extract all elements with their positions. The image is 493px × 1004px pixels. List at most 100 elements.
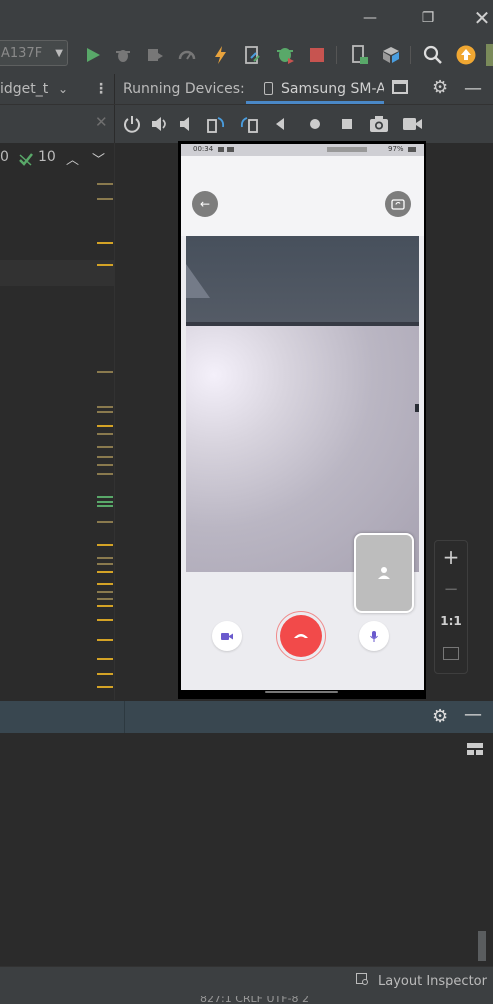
main-toolbar: A137F ▼ — [0, 36, 493, 75]
tab-row: idget_t ⌄ ⋮ Running Devices: Samsung SM-… — [0, 74, 493, 105]
home-gesture-bar[interactable] — [265, 691, 338, 693]
local-video-preview[interactable] — [354, 533, 414, 613]
window-mode-icon[interactable] — [392, 80, 408, 94]
rotate-left-icon[interactable] — [205, 114, 227, 134]
code-editor[interactable]: 0 10 ︿ ﹀ — [0, 143, 114, 700]
gutter-mark — [97, 605, 113, 607]
device-tab-label: Samsung SM-A137F — [281, 81, 384, 97]
gear-icon[interactable]: ⚙ — [432, 77, 448, 98]
hide-panel-icon[interactable]: — — [464, 74, 482, 104]
gutter-mark — [97, 464, 113, 466]
volume-down-icon[interactable] — [177, 114, 197, 134]
remote-video — [186, 236, 419, 572]
person-icon — [378, 567, 390, 579]
close-icon[interactable]: ✕ — [95, 113, 108, 131]
zoom-in-button[interactable]: + — [435, 545, 467, 569]
gutter-mark — [97, 501, 113, 503]
mute-button[interactable] — [359, 621, 389, 651]
battery-level: 97% — [388, 145, 404, 153]
gutter-mark — [97, 183, 113, 185]
stop-icon[interactable] — [306, 44, 328, 66]
run-icon[interactable] — [82, 44, 104, 66]
gutter-mark — [97, 411, 113, 413]
gutter-mark — [97, 473, 113, 475]
layout-inspector-tab[interactable]: Layout Inspector — [378, 974, 487, 989]
device-screen[interactable]: 00:34 97% ← — [181, 144, 424, 690]
attach-debugger-icon[interactable] — [274, 44, 296, 66]
chevron-down-icon: ▼ — [55, 48, 63, 59]
home-icon[interactable] — [307, 116, 323, 132]
device-controls-row: ✕ — [0, 105, 493, 143]
scrollbar-thumb[interactable] — [478, 931, 486, 961]
gutter-mark — [97, 456, 113, 458]
gutter-mark — [97, 557, 113, 559]
volume-up-icon[interactable] — [150, 114, 170, 134]
update-icon[interactable] — [455, 44, 477, 66]
fit-screen-icon[interactable] — [443, 647, 459, 660]
gutter-mark — [97, 264, 113, 266]
running-devices-label: Running Devices: — [123, 81, 245, 97]
zoom-controls: + − 1:1 — [434, 540, 468, 674]
hang-up-icon — [294, 634, 308, 638]
panel-divider — [124, 701, 125, 733]
phone-icon — [264, 82, 273, 95]
hang-up-button[interactable] — [280, 615, 322, 657]
power-icon[interactable] — [122, 114, 142, 134]
wall-mark — [415, 404, 419, 412]
zoom-out-button[interactable]: − — [435, 579, 467, 600]
apply-code-changes-icon[interactable] — [242, 44, 264, 66]
apply-changes-icon[interactable] — [210, 44, 232, 66]
actual-size-button[interactable]: 1:1 — [435, 614, 467, 628]
gauge-icon[interactable] — [176, 44, 198, 66]
chevron-down-icon[interactable]: ﹀ — [92, 149, 105, 168]
more-options-icon[interactable]: ⋮ — [94, 74, 108, 104]
panel-divider — [114, 105, 115, 143]
call-header: ← — [181, 156, 424, 236]
overview-icon[interactable] — [339, 116, 355, 132]
debug-icon[interactable] — [112, 44, 134, 66]
gutter-mark — [97, 242, 113, 244]
gutter-mark — [97, 563, 113, 565]
back-icon[interactable] — [272, 116, 288, 132]
phone-status-bar: 00:34 97% — [181, 144, 424, 156]
signal-icons — [327, 147, 367, 152]
toolbar-separator — [336, 46, 337, 64]
device-manager-icon[interactable] — [348, 44, 370, 66]
restore-icon[interactable]: ❐ — [416, 6, 440, 30]
hide-panel-icon[interactable]: — — [464, 704, 482, 725]
device-selector[interactable]: A137F ▼ — [0, 40, 68, 66]
notification-icon — [218, 147, 224, 152]
warning-count: 10 — [38, 149, 56, 165]
tab-samsung-device[interactable]: Samsung SM-A137F — [246, 74, 384, 104]
status-text: 827:1 CRLF UTF-8 2 — [200, 996, 310, 1004]
rotate-right-icon[interactable] — [238, 114, 260, 134]
gutter-mark — [97, 544, 113, 546]
switch-camera-icon[interactable] — [385, 191, 411, 217]
gutter-mark — [97, 496, 113, 498]
panel-divider — [114, 74, 115, 104]
gutter-mark — [97, 371, 113, 373]
chevron-up-icon[interactable]: ︿ — [66, 149, 79, 168]
close-window-icon[interactable]: ✕ — [470, 6, 493, 30]
gear-icon[interactable]: ⚙ — [432, 706, 448, 727]
title-bar: — ❐ ✕ — [0, 0, 493, 36]
microphone-icon — [370, 630, 378, 642]
profile-icon[interactable] — [144, 44, 166, 66]
sdk-manager-icon[interactable] — [380, 44, 402, 66]
video-camera-icon — [221, 632, 233, 640]
plugin-icon[interactable] — [486, 44, 493, 66]
gutter-mark — [97, 583, 113, 585]
layout-grid-icon[interactable] — [467, 743, 483, 755]
bottom-panel-header: ⚙ — — [0, 701, 493, 733]
back-arrow-icon[interactable]: ← — [192, 191, 218, 217]
chevron-down-icon[interactable]: ⌄ — [58, 74, 68, 104]
minimize-icon[interactable]: — — [358, 6, 382, 30]
gutter-mark — [97, 433, 113, 435]
screen-record-icon[interactable] — [401, 114, 423, 134]
screenshot-icon[interactable] — [368, 114, 390, 134]
warning-check-icon — [19, 153, 33, 166]
editor-tab-label: idget_t — [0, 81, 49, 97]
editor-tab[interactable]: idget_t ⌄ ⋮ — [0, 74, 114, 104]
video-toggle-button[interactable] — [212, 621, 242, 651]
search-icon[interactable] — [422, 44, 444, 66]
